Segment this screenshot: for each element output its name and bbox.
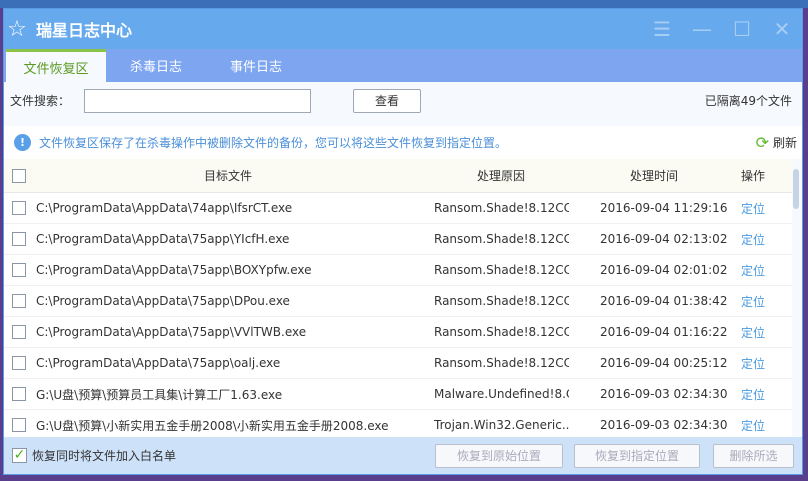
title-bar: ☆ 瑞星日志中心 ☰ — ☐ ✕ bbox=[4, 9, 802, 49]
window: ☆ 瑞星日志中心 ☰ — ☐ ✕ 文件恢复区 杀毒日志 事件日志 文件搜索： 查… bbox=[3, 8, 803, 475]
time: 2016-09-03 02:34:30 bbox=[600, 418, 728, 432]
whitelist-label: 恢复同时将文件加入白名单 bbox=[32, 449, 177, 463]
locate-link[interactable]: 定位 bbox=[741, 324, 765, 341]
row-checkbox[interactable] bbox=[12, 232, 26, 246]
table-row[interactable]: C:\ProgramData\AppData\74app\IfsrCT.exe … bbox=[4, 193, 792, 224]
file-path: G:\U盘\预算\小新实用五金手册2008\小新实用五金手册2008.exe bbox=[36, 418, 389, 433]
app-title: 瑞星日志中心 bbox=[36, 21, 133, 40]
time: 2016-09-04 01:16:22 bbox=[600, 325, 728, 339]
locate-link[interactable]: 定位 bbox=[741, 386, 765, 403]
locate-link[interactable]: 定位 bbox=[741, 355, 765, 372]
tab-event-log[interactable]: 事件日志 bbox=[206, 49, 306, 82]
reason: Ransom.Shade!8.12CC bbox=[434, 294, 569, 308]
row-checkbox[interactable] bbox=[12, 387, 26, 401]
time: 2016-09-04 01:38:42 bbox=[600, 294, 728, 308]
locate-link[interactable]: 定位 bbox=[741, 262, 765, 279]
reason: Ransom.Shade!8.12CC bbox=[434, 325, 569, 339]
search-label: 文件搜索： bbox=[10, 94, 71, 108]
info-icon: ! bbox=[14, 134, 31, 151]
header-reason: 处理原因 bbox=[477, 169, 526, 183]
refresh-label: 刷新 bbox=[772, 136, 797, 150]
rising-logo-icon: ☆ bbox=[7, 16, 27, 42]
quarantine-count: 已隔离49个文件 bbox=[704, 94, 792, 108]
search-input[interactable] bbox=[84, 88, 311, 113]
restore-original-button[interactable]: 恢复到原始位置 bbox=[435, 443, 563, 468]
time: 2016-09-04 02:13:02 bbox=[600, 232, 728, 246]
locate-link[interactable]: 定位 bbox=[741, 231, 765, 248]
header-action: 操作 bbox=[741, 169, 766, 183]
reason: Ransom.Shade!8.12CC bbox=[434, 201, 569, 215]
time: 2016-09-04 00:25:12 bbox=[600, 356, 728, 370]
refresh-button[interactable]: ⟳ 刷新 bbox=[756, 133, 797, 152]
table-row[interactable]: C:\ProgramData\AppData\75app\oalj.exe Ra… bbox=[4, 348, 792, 379]
close-icon[interactable]: ✕ bbox=[762, 17, 802, 41]
search-row: 文件搜索： 查看 已隔离49个文件 bbox=[4, 82, 802, 119]
file-table: 目标文件 处理原因 处理时间 操作 C:\ProgramData\AppData… bbox=[4, 159, 792, 441]
scrollbar[interactable] bbox=[793, 169, 799, 209]
menu-icon[interactable]: ☰ bbox=[642, 17, 682, 41]
table-header: 目标文件 处理原因 处理时间 操作 bbox=[4, 159, 792, 193]
reason: Ransom.Shade!8.12CC bbox=[434, 263, 569, 277]
time: 2016-09-03 02:34:30 bbox=[600, 387, 728, 401]
row-checkbox[interactable] bbox=[12, 294, 26, 308]
select-all-checkbox[interactable] bbox=[12, 168, 26, 183]
maximize-icon[interactable]: ☐ bbox=[722, 17, 762, 41]
row-checkbox[interactable] bbox=[12, 418, 26, 432]
info-text: 文件恢复区保存了在杀毒操作中被删除文件的备份，您可以将这些文件恢复到指定位置。 bbox=[39, 136, 508, 150]
header-time: 处理时间 bbox=[630, 169, 679, 183]
file-path: C:\ProgramData\AppData\75app\oalj.exe bbox=[36, 356, 281, 370]
reason: Malware.Undefined!8.C bbox=[434, 387, 569, 401]
info-bar: ! 文件恢复区保存了在杀毒操作中被删除文件的备份，您可以将这些文件恢复到指定位置… bbox=[4, 126, 802, 159]
reason: Trojan.Win32.Generic.... bbox=[434, 418, 569, 432]
file-path: C:\ProgramData\AppData\75app\YIcfH.exe bbox=[36, 232, 290, 246]
table-row[interactable]: C:\ProgramData\AppData\75app\DPou.exe Ra… bbox=[4, 286, 792, 317]
view-button[interactable]: 查看 bbox=[353, 88, 421, 113]
table-row[interactable]: C:\ProgramData\AppData\75app\YIcfH.exe R… bbox=[4, 224, 792, 255]
table-row[interactable]: C:\ProgramData\AppData\75app\VVlTWB.exe … bbox=[4, 317, 792, 348]
reason: Ransom.Shade!8.12CC bbox=[434, 356, 569, 370]
time: 2016-09-04 11:29:16 bbox=[600, 201, 728, 215]
desktop-background bbox=[0, 0, 808, 8]
tab-scan-log[interactable]: 杀毒日志 bbox=[106, 49, 206, 82]
whitelist-checkbox[interactable]: ✓ bbox=[12, 448, 27, 463]
locate-link[interactable]: 定位 bbox=[741, 293, 765, 310]
delete-selected-button[interactable]: 删除所选 bbox=[713, 443, 794, 468]
time: 2016-09-04 02:01:02 bbox=[600, 263, 728, 277]
table-row[interactable]: C:\ProgramData\AppData\75app\BOXYpfw.exe… bbox=[4, 255, 792, 286]
header-file: 目标文件 bbox=[204, 169, 253, 183]
row-checkbox[interactable] bbox=[12, 263, 26, 277]
restore-to-button[interactable]: 恢复到指定位置 bbox=[574, 443, 700, 468]
minimize-icon[interactable]: — bbox=[682, 17, 722, 41]
file-path: C:\ProgramData\AppData\75app\VVlTWB.exe bbox=[36, 325, 307, 339]
file-path: G:\U盘\预算\预算员工具集\计算工厂1.63.exe bbox=[36, 387, 283, 402]
file-path: C:\ProgramData\AppData\75app\DPou.exe bbox=[36, 294, 290, 308]
row-checkbox[interactable] bbox=[12, 356, 26, 370]
footer: ✓ 恢复同时将文件加入白名单 恢复到原始位置 恢复到指定位置 删除所选 bbox=[4, 437, 802, 474]
locate-link[interactable]: 定位 bbox=[741, 200, 765, 217]
tab-file-recovery[interactable]: 文件恢复区 bbox=[6, 49, 106, 82]
file-path: C:\ProgramData\AppData\74app\IfsrCT.exe bbox=[36, 201, 293, 215]
reason: Ransom.Shade!8.12CC bbox=[434, 232, 569, 246]
refresh-icon: ⟳ bbox=[755, 133, 769, 152]
locate-link[interactable]: 定位 bbox=[741, 417, 765, 434]
file-path: C:\ProgramData\AppData\75app\BOXYpfw.exe bbox=[36, 263, 312, 277]
table-row[interactable]: G:\U盘\预算\预算员工具集\计算工厂1.63.exe Malware.Und… bbox=[4, 379, 792, 410]
row-checkbox[interactable] bbox=[12, 201, 26, 215]
tab-bar: 文件恢复区 杀毒日志 事件日志 bbox=[4, 49, 802, 82]
row-checkbox[interactable] bbox=[12, 325, 26, 339]
